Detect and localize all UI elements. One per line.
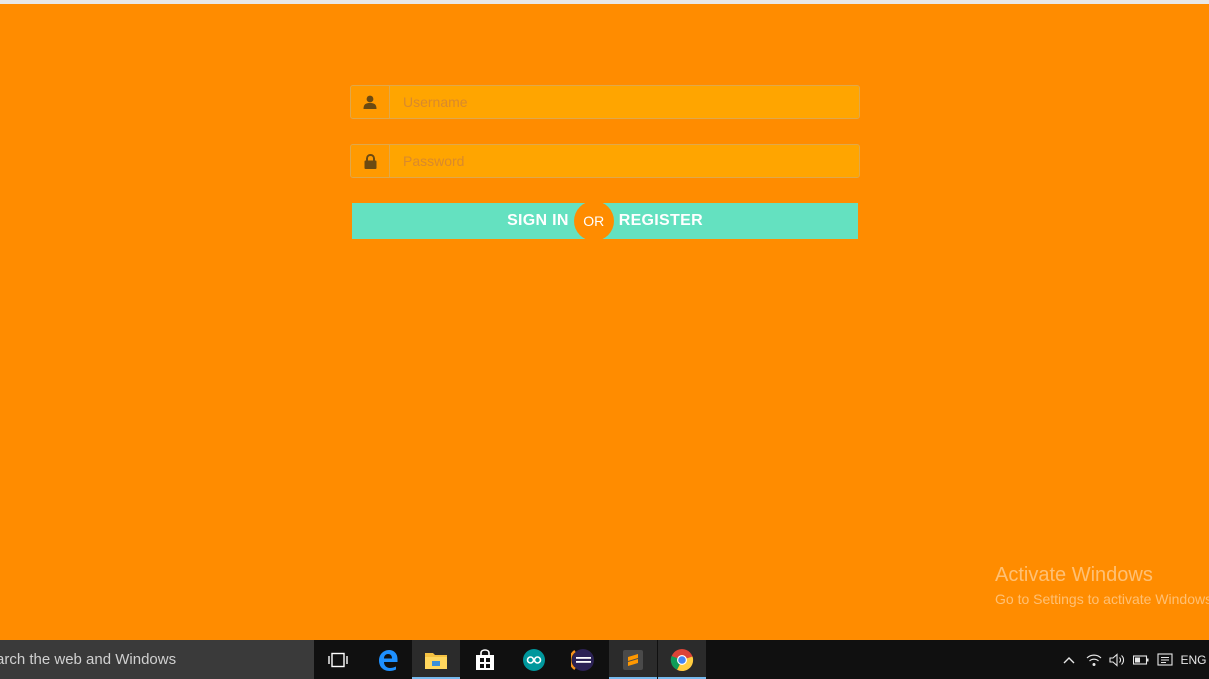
chrome-icon[interactable] — [658, 640, 706, 679]
eclipse-icon[interactable] — [559, 640, 607, 679]
store-icon[interactable] — [461, 640, 509, 679]
volume-icon[interactable] — [1106, 640, 1128, 679]
language-indicator[interactable]: ENG — [1178, 640, 1209, 679]
auth-button-bar: SIGN IN OR REGISTER — [352, 201, 858, 241]
watermark-subtitle: Go to Settings to activate Windows. — [995, 591, 1209, 607]
action-center-icon[interactable] — [1154, 640, 1176, 679]
file-explorer-icon[interactable] — [412, 640, 460, 679]
battery-icon[interactable] — [1130, 640, 1152, 679]
login-page: SIGN IN OR REGISTER Activate Windows Go … — [0, 4, 1209, 640]
activate-windows-watermark: Activate Windows Go to Settings to activ… — [995, 564, 1209, 607]
register-button[interactable]: REGISTER — [615, 212, 707, 230]
taskbar-search-box[interactable]: arch the web and Windows — [0, 640, 314, 679]
sign-in-button[interactable]: SIGN IN — [503, 212, 573, 230]
user-icon — [351, 86, 390, 118]
arduino-icon[interactable] — [510, 640, 558, 679]
watermark-title: Activate Windows — [995, 564, 1153, 586]
taskbar-search-text: arch the web and Windows — [0, 651, 177, 668]
lock-icon — [351, 145, 390, 177]
sublime-icon[interactable] — [609, 640, 657, 679]
username-input[interactable] — [390, 86, 859, 118]
wifi-icon[interactable] — [1083, 640, 1105, 679]
or-divider: OR — [573, 201, 614, 241]
task-view-icon[interactable] — [314, 640, 362, 679]
username-field-group — [350, 85, 860, 119]
password-field-group — [350, 144, 860, 178]
password-input[interactable] — [390, 145, 859, 177]
edge-icon[interactable] — [364, 640, 412, 679]
chevron-up-icon[interactable] — [1058, 640, 1080, 679]
taskbar: arch the web and Windows ENG — [0, 640, 1209, 679]
